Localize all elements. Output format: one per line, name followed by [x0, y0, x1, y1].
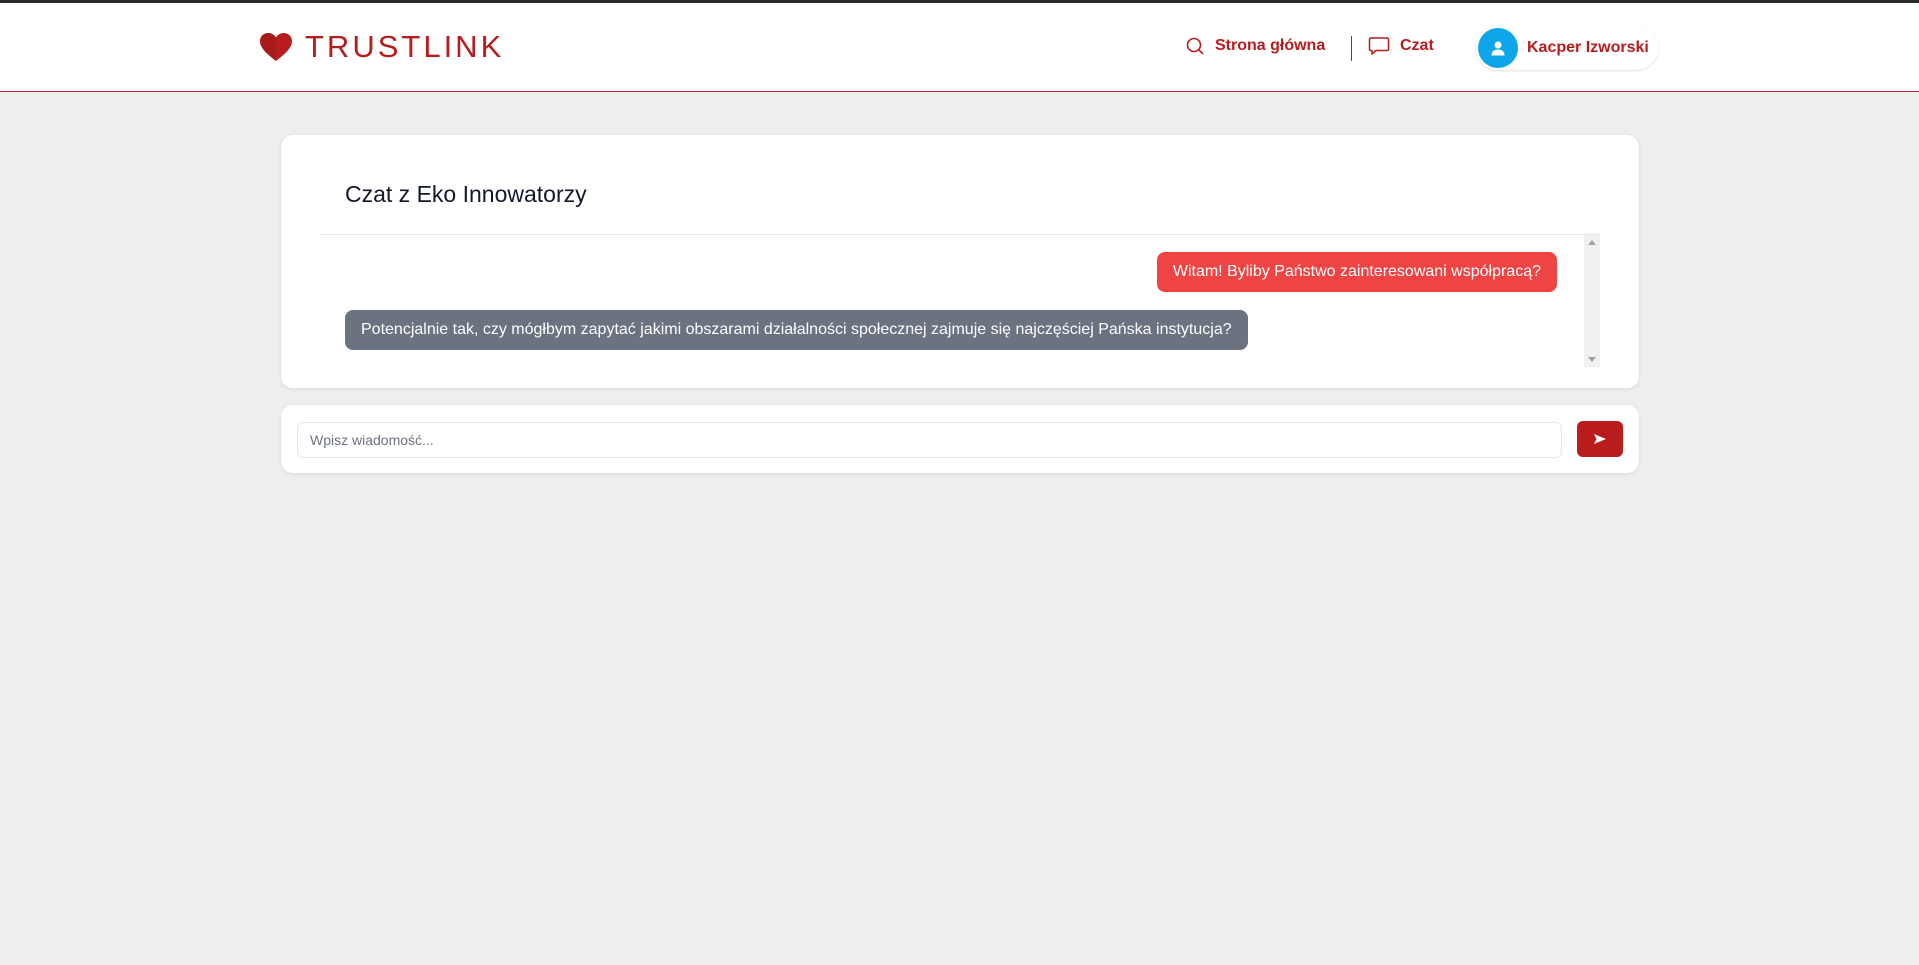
nav-home-link[interactable]: Strona główna — [1185, 36, 1325, 56]
message-composer — [281, 405, 1639, 473]
avatar — [1478, 28, 1518, 68]
chat-panel: Czat z Eko Innowatorzy Witam! Byliby Pań… — [281, 135, 1639, 388]
search-icon — [1186, 37, 1204, 55]
user-menu[interactable]: Kacper Izworski — [1476, 26, 1658, 70]
scroll-up-arrow-icon[interactable] — [1588, 240, 1596, 245]
site-header: TRUSTLINK Strona główna Czat Kacper Izwo… — [0, 3, 1919, 92]
send-icon — [1594, 434, 1606, 444]
message-list[interactable]: Witam! Byliby Państwo zainteresowani wsp… — [320, 235, 1600, 367]
chat-bubble-icon — [1368, 37, 1390, 55]
logo-text: TRUSTLINK — [305, 29, 505, 64]
nav-chat-label: Czat — [1400, 37, 1434, 54]
scroll-down-arrow-icon[interactable] — [1588, 357, 1596, 362]
incoming-message: Potencjalnie tak, czy mógłbym zapytać ja… — [345, 310, 1248, 350]
outgoing-message: Witam! Byliby Państwo zainteresowani wsp… — [1156, 252, 1557, 292]
logo[interactable]: TRUSTLINK — [259, 29, 504, 65]
nav-home-label: Strona główna — [1215, 37, 1326, 54]
nav-divider — [1351, 36, 1352, 61]
user-icon — [1491, 41, 1505, 56]
user-name: Kacper Izworski — [1527, 39, 1649, 56]
chat-title: Czat z Eko Innowatorzy — [345, 181, 587, 207]
message-input[interactable] — [297, 422, 1562, 458]
send-button[interactable] — [1577, 421, 1623, 457]
scrollbar[interactable] — [1584, 235, 1600, 367]
heart-icon — [260, 33, 292, 61]
nav-chat-link[interactable]: Czat — [1368, 36, 1434, 56]
